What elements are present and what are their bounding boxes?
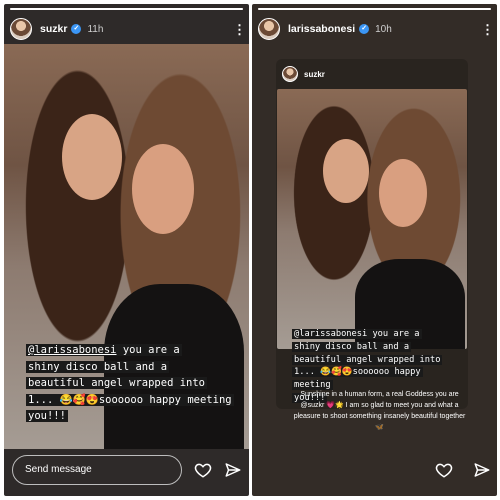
caption-line: 1... 😂🥰😍soooooo happy meeting	[26, 393, 234, 406]
story-footer: Send message	[4, 444, 249, 496]
story-viewer-right[interactable]: larissabonesi ✓ 10h ⋮ suzkr @larissabone…	[252, 4, 497, 496]
face-left	[323, 139, 369, 203]
timestamp: 11h	[87, 23, 104, 35]
avatar[interactable]	[10, 18, 32, 40]
story-progress-bar	[10, 8, 243, 10]
story-footer	[252, 444, 497, 496]
reposted-header: suzkr	[282, 64, 325, 84]
mention-link[interactable]: @larissabonesi	[28, 344, 117, 356]
caption-line: shiny disco ball and a	[26, 360, 170, 373]
reposted-avatar[interactable]	[282, 66, 298, 82]
reposted-username[interactable]: suzkr	[304, 70, 325, 79]
avatar[interactable]	[258, 18, 280, 40]
send-message-input[interactable]: Send message	[12, 455, 182, 485]
username[interactable]: suzkr	[40, 23, 67, 35]
caption-line: 1... 😂🥰😍soooooo happy meeting	[292, 367, 423, 391]
story-header: larissabonesi ✓ 10h ⋮	[258, 16, 494, 42]
username[interactable]: larissabonesi	[288, 23, 355, 35]
story-progress-bar	[258, 8, 491, 10]
more-vertical-icon[interactable]: ⋮	[233, 23, 246, 36]
more-vertical-icon[interactable]: ⋮	[481, 23, 494, 36]
send-icon[interactable]	[222, 459, 244, 481]
caption-line: @larissabonesi you are a	[26, 344, 182, 356]
heart-icon[interactable]	[433, 459, 455, 481]
face-left	[62, 114, 122, 200]
verified-badge-icon: ✓	[359, 24, 370, 34]
progress-fill	[258, 8, 491, 10]
caption-line: beautiful angel wrapped into	[26, 377, 208, 389]
caption-line: @larissabonesi you are a	[292, 329, 422, 339]
caption-line: shiny disco ball and a	[292, 341, 412, 352]
story-comparison: suzkr ✓ 11h ⋮ @larissabonesi you are a s…	[0, 0, 500, 500]
caption-line: you!!!	[26, 410, 68, 422]
story-caption: @larissabonesi you are a shiny disco bal…	[26, 342, 241, 425]
face-right	[132, 144, 194, 234]
heart-icon[interactable]	[192, 459, 214, 481]
face-right	[379, 159, 427, 227]
caption-line: beautiful angel wrapped into	[292, 354, 443, 365]
send-icon[interactable]	[471, 459, 493, 481]
story-viewer-left[interactable]: suzkr ✓ 11h ⋮ @larissabonesi you are a s…	[4, 4, 249, 496]
story-header: suzkr ✓ 11h ⋮	[10, 16, 246, 42]
progress-fill	[10, 8, 243, 10]
story-reply-text: Sunshine in a human form, a real Goddess…	[293, 391, 466, 431]
timestamp: 10h	[375, 23, 392, 35]
verified-badge-icon: ✓	[71, 24, 82, 34]
reposted-photo[interactable]	[277, 89, 467, 349]
